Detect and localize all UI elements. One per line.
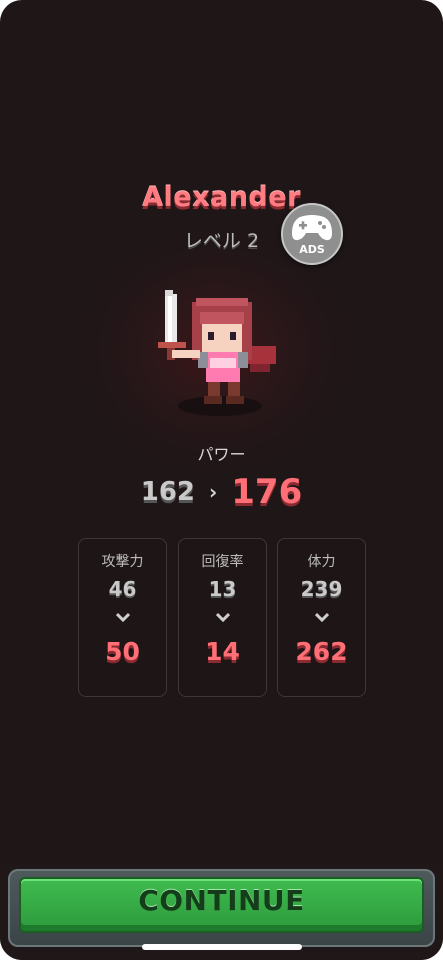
chevron-right-icon: › — [209, 480, 218, 504]
stat-card-recovery: 回復率 13 14 — [178, 538, 267, 697]
power-old-value: 162 — [140, 477, 196, 507]
stat-card-health: 体力 239 262 — [277, 538, 366, 697]
stat-new-value: 50 — [105, 637, 140, 666]
hero-sprite — [158, 290, 276, 416]
stat-old-value: 46 — [108, 577, 137, 601]
power-new-value: 176 — [231, 472, 303, 512]
gamepad-icon — [292, 215, 332, 241]
hero-name: Alexander — [142, 182, 301, 213]
continue-button[interactable]: CONTINUE — [19, 877, 424, 933]
stat-old-value: 13 — [208, 577, 237, 601]
stat-label: 攻撃力 — [101, 554, 144, 570]
stat-label: 回復率 — [201, 554, 244, 570]
home-indicator[interactable] — [142, 944, 302, 950]
hero-level: レベル 2 — [183, 230, 260, 252]
stat-label: 体力 — [307, 554, 336, 570]
power-label: パワー — [197, 445, 246, 464]
ads-button[interactable]: ADS — [281, 203, 343, 265]
chevron-down-icon — [79, 611, 166, 625]
stat-new-value: 262 — [295, 637, 348, 666]
stat-old-value: 239 — [300, 577, 343, 601]
level-up-screen: Alexander レベル 2 ADS パワー 162 › 176 攻撃力 46… — [0, 0, 443, 960]
stat-new-value: 14 — [205, 637, 240, 666]
power-row: 162 › 176 — [0, 470, 443, 514]
continue-label: CONTINUE — [138, 884, 305, 917]
chevron-down-icon — [179, 611, 266, 625]
ads-label: ADS — [299, 243, 325, 256]
chevron-down-icon — [278, 611, 365, 625]
stat-card-attack: 攻撃力 46 50 — [78, 538, 167, 697]
